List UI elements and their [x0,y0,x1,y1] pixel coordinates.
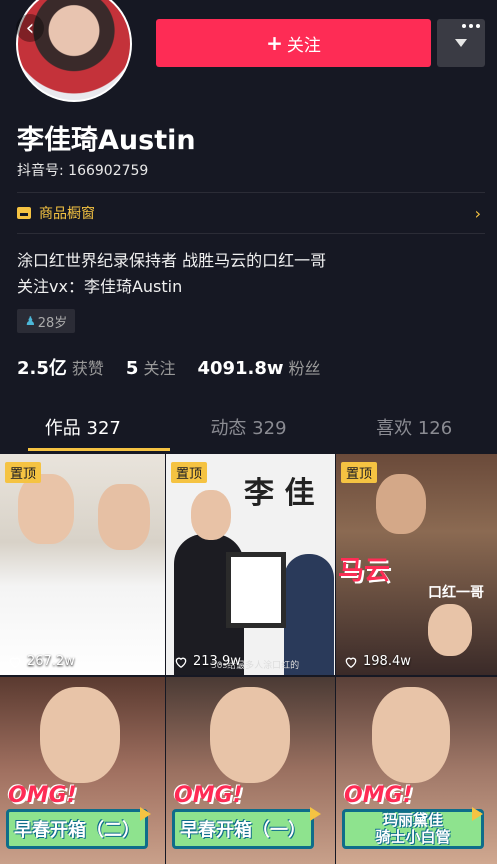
bio-line-1: 涂口红世界纪录保持者 战胜马云的口红一哥 [17,251,327,270]
likes-count: 2.5亿 [17,358,67,379]
video-thumbnail[interactable]: OMG! 玛丽黛佳 骑士小白管 [336,677,497,864]
stats-row: 2.5亿 获赞 5 关注 4091.8w 粉丝 [17,354,343,380]
chevron-right-icon: › [474,204,481,223]
heart-icon [9,657,21,668]
omg-label: OMG! [344,783,413,808]
tab-moments[interactable]: 动态 329 [166,412,332,452]
chevron-left-icon: ‹ [25,15,35,41]
video-thumbnail[interactable]: OMG! 早春开箱（一） [166,677,335,864]
profile-tabs: 作品 327 动态 329 喜欢 126 [0,412,497,452]
video-caption: 早春开箱（二） [6,809,148,849]
shop-icon [17,207,31,219]
shop-window-link[interactable]: 商品橱窗 › [17,204,485,223]
video-grid: 置顶 267.2w 李 佳 30s给最多人涂口红的 置顶 213.9w 马云 口… [0,454,497,864]
active-tab-indicator [28,448,170,451]
video-thumbnail[interactable]: OMG! 早春开箱（二） [0,677,165,864]
divider [17,192,485,193]
like-count: 198.4w [344,654,411,669]
pinned-badge: 置顶 [341,462,378,483]
person-icon: ♟ [25,314,36,328]
video-caption: 玛丽黛佳 骑士小白管 [342,809,484,849]
douyin-id: 抖音号: 166902759 [17,163,149,179]
play-icon [140,807,151,821]
heart-icon [175,657,187,668]
like-count: 213.9w [174,654,241,669]
divider [17,233,485,234]
followers-label[interactable]: 粉丝 [289,355,321,379]
follow-button[interactable]: + 关注 [156,19,431,67]
following-count[interactable]: 5 [126,358,139,379]
following-label[interactable]: 关注 [143,355,175,379]
tab-likes[interactable]: 喜欢 126 [331,412,497,452]
video-thumbnail[interactable]: 马云 口红一哥 置顶 198.4w [336,454,497,675]
ellipsis-icon [462,24,466,28]
like-count: 267.2w [8,654,75,669]
video-caption: 早春开箱（一） [172,809,314,849]
more-options-button[interactable] [458,18,484,34]
play-icon [310,807,321,821]
pinned-badge: 置顶 [5,462,42,483]
heart-icon [345,657,357,668]
bio-line-2: 关注vx：李佳琦Austin [17,277,183,296]
video-thumbnail[interactable]: 李 佳 30s给最多人涂口红的 置顶 213.9w [166,454,335,675]
followers-count[interactable]: 4091.8w [197,358,283,379]
omg-label: OMG! [8,783,77,808]
age-tag: ♟ 28岁 [17,309,76,333]
back-button[interactable]: ‹ [16,14,44,42]
profile-name: 李佳琦Austin [17,125,196,156]
tab-works[interactable]: 作品 327 [0,412,166,452]
likes-label: 获赞 [71,359,104,378]
caret-down-icon [455,39,467,47]
video-thumbnail[interactable]: 置顶 267.2w [0,454,165,675]
shop-label: 商品橱窗 [39,206,95,222]
plus-icon: + [266,31,283,55]
omg-label: OMG! [174,783,243,808]
follow-label: 关注 [286,35,321,56]
play-icon [472,807,483,821]
pinned-badge: 置顶 [171,462,208,483]
